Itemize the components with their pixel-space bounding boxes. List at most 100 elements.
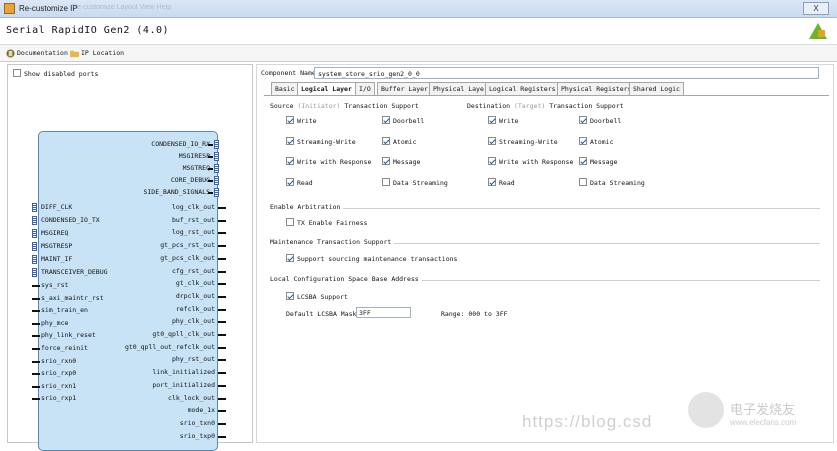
option-data-streaming[interactable]: Data Streaming — [382, 177, 448, 187]
ip-location-link[interactable]: IP Location — [81, 49, 124, 57]
bus-icon — [32, 216, 37, 225]
lcsba-mask-input[interactable]: 3FF — [356, 307, 411, 318]
port-label: gt0_qpll_clk_out — [152, 330, 215, 338]
option-checkbox[interactable] — [579, 136, 587, 145]
documentation-link[interactable]: Documentation — [17, 49, 68, 57]
port-pin — [218, 207, 226, 209]
tab-logical-layer[interactable]: Logical Layer — [297, 82, 356, 96]
option-checkbox[interactable] — [382, 157, 390, 165]
tab-i-o[interactable]: I/O — [355, 82, 375, 95]
tab-logical-registers[interactable]: Logical Registers — [485, 82, 560, 95]
option-checkbox[interactable] — [488, 157, 496, 165]
option-checkbox[interactable] — [579, 157, 587, 165]
port-label: log_rst_out — [171, 228, 215, 237]
port-pin — [218, 397, 226, 400]
option-checkbox[interactable] — [286, 116, 294, 124]
port-label: srio_rxp1 — [41, 394, 77, 403]
dest-section-title: Destination (Target) Transaction Support — [467, 102, 624, 110]
port-pin — [208, 192, 213, 194]
option-label: Write — [297, 117, 317, 125]
option-checkbox[interactable] — [382, 177, 390, 186]
port-label: CONDENSED_IO_RX — [151, 140, 210, 148]
tx-fairness-option[interactable]: TX Enable Fairness — [286, 218, 367, 227]
option-checkbox[interactable] — [488, 177, 496, 186]
port-label: force_reinit — [41, 344, 88, 352]
bus-icon — [214, 152, 219, 161]
option-label: Write — [499, 117, 519, 125]
tab-basic[interactable]: Basic — [271, 82, 299, 95]
option-write[interactable]: Write — [286, 116, 317, 125]
option-data-streaming[interactable]: Data Streaming — [579, 177, 645, 187]
port-label: drpclk_out — [175, 291, 215, 300]
option-read[interactable]: Read — [286, 177, 313, 187]
option-streaming-write[interactable]: Streaming-Write — [286, 136, 356, 146]
close-button[interactable]: X — [803, 2, 829, 15]
port-label: port_initialized — [152, 380, 215, 389]
tab-physical-layer[interactable]: Physical Layer — [429, 82, 492, 95]
option-atomic[interactable]: Atomic — [382, 136, 416, 146]
port-label: sim_train_en — [41, 306, 88, 315]
option-write-with-response[interactable]: Write with Response — [488, 157, 573, 166]
option-streaming-write[interactable]: Streaming-Write — [488, 136, 558, 146]
option-checkbox[interactable] — [488, 136, 496, 145]
option-checkbox[interactable] — [382, 116, 390, 124]
option-write[interactable]: Write — [488, 116, 519, 125]
lcsba-label: LCSBA Support — [297, 293, 348, 301]
tab-buffer-layer[interactable]: Buffer Layer — [377, 82, 432, 95]
port-label: clk_lock_out — [168, 393, 215, 402]
tab-physical-registers[interactable]: Physical Registers — [557, 82, 636, 95]
bus-icon — [32, 229, 37, 238]
lcsba-checkbox[interactable] — [286, 292, 294, 300]
option-atomic[interactable]: Atomic — [579, 136, 613, 146]
option-checkbox[interactable] — [286, 136, 294, 145]
port-label: DIFF_CLK — [41, 203, 73, 211]
port-label: s_axi_maintr_rst — [41, 293, 104, 302]
port-pin — [208, 180, 213, 182]
option-checkbox[interactable] — [579, 177, 587, 186]
option-doorbell[interactable]: Doorbell — [579, 116, 621, 125]
port-pin — [218, 334, 226, 336]
folder-icon — [70, 50, 79, 58]
option-message[interactable]: Message — [382, 157, 420, 166]
option-checkbox[interactable] — [382, 136, 390, 145]
port-pin — [218, 295, 226, 298]
maintenance-checkbox[interactable] — [286, 254, 294, 262]
window-title: Re-customize IP — [19, 4, 78, 13]
port-label: gt_pcs_rst_out — [160, 241, 215, 250]
port-label: TRANSCEIVER_DEBUG — [41, 268, 108, 276]
option-read[interactable]: Read — [488, 177, 515, 187]
maintenance-option[interactable]: Support sourcing maintenance transaction… — [286, 254, 457, 263]
show-disabled-checkbox[interactable] — [13, 69, 21, 77]
port-label: MSGIREQ — [41, 229, 69, 237]
port-label: srio_rxp0 — [41, 369, 77, 378]
port-label: gt_clk_out — [175, 279, 215, 288]
port-pin — [208, 168, 213, 170]
port-pin — [32, 385, 40, 388]
title-bar: Re-customize IP Re-customize Layout View… — [0, 0, 837, 18]
option-checkbox[interactable] — [579, 116, 587, 124]
lcsba-option[interactable]: LCSBA Support — [286, 292, 348, 301]
divider — [270, 208, 820, 209]
port-label: SIDE_BAND_SIGNALS — [143, 188, 210, 196]
port-pin — [218, 232, 226, 235]
option-label: Write with Response — [297, 158, 372, 166]
component-name-input[interactable]: system_store_srio_gen2_0_0 — [314, 67, 819, 79]
option-message[interactable]: Message — [579, 157, 617, 166]
option-checkbox[interactable] — [286, 157, 294, 165]
port-label: phy_link_reset — [41, 331, 96, 340]
option-write-with-response[interactable]: Write with Response — [286, 157, 371, 166]
logical-layer-panel: Source (Initiator) Transaction Support D… — [264, 95, 829, 441]
tx-fairness-checkbox[interactable] — [286, 218, 294, 226]
vivado-logo-accent — [818, 30, 825, 37]
port-pin — [218, 257, 226, 260]
option-doorbell[interactable]: Doorbell — [382, 116, 424, 125]
tab-shared-logic[interactable]: Shared Logic — [629, 82, 684, 95]
show-disabled-ports[interactable]: Show disabled ports — [13, 69, 98, 78]
port-pin — [32, 373, 40, 376]
port-label: MSGTRESP — [41, 242, 73, 250]
option-checkbox[interactable] — [286, 177, 294, 186]
port-pin — [218, 422, 226, 425]
maintenance-title: Maintenance Transaction Support — [270, 238, 395, 246]
option-checkbox[interactable] — [488, 116, 496, 124]
port-pin — [218, 321, 226, 324]
